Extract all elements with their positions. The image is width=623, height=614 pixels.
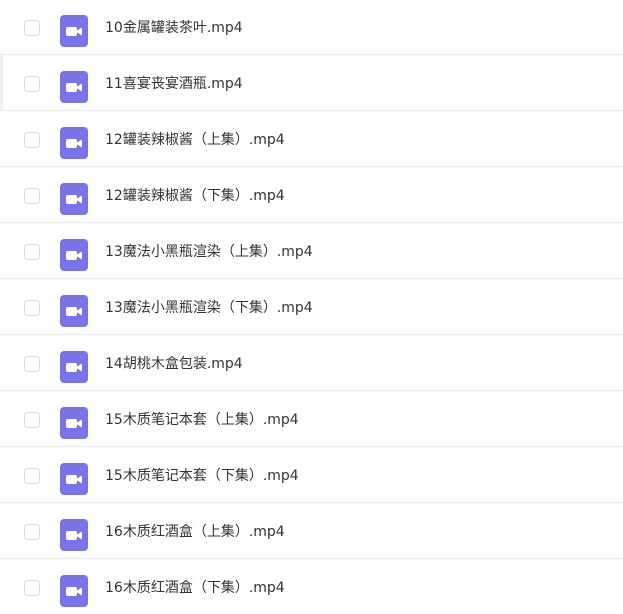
file-row[interactable]: 15木质笔记本套（上集）.mp4 xyxy=(0,391,623,447)
select-checkbox[interactable] xyxy=(24,132,40,148)
file-row[interactable]: 15木质笔记本套（下集）.mp4 xyxy=(0,447,623,503)
file-name[interactable]: 13魔法小黑瓶渲染（上集）.mp4 xyxy=(105,243,313,261)
select-checkbox[interactable] xyxy=(24,468,40,484)
video-file-icon xyxy=(60,239,88,271)
select-checkbox[interactable] xyxy=(24,76,40,92)
video-file-icon xyxy=(60,71,88,103)
file-name[interactable]: 11喜宴丧宴酒瓶.mp4 xyxy=(105,75,243,93)
file-name[interactable]: 16木质红酒盒（下集）.mp4 xyxy=(105,579,285,597)
file-name[interactable]: 12罐装辣椒酱（上集）.mp4 xyxy=(105,131,285,149)
file-row[interactable]: 16木质红酒盒（下集）.mp4 xyxy=(0,559,623,614)
file-row[interactable]: 11喜宴丧宴酒瓶.mp4 xyxy=(0,55,623,111)
video-file-icon xyxy=(60,351,88,383)
file-list: 10金属罐装茶叶.mp4 11喜宴丧宴酒瓶.mp4 12罐装辣椒酱（上集）.mp… xyxy=(0,0,623,614)
video-file-icon xyxy=(60,575,88,607)
file-row[interactable]: 13魔法小黑瓶渲染（上集）.mp4 xyxy=(0,223,623,279)
select-checkbox[interactable] xyxy=(24,20,40,36)
select-checkbox[interactable] xyxy=(24,188,40,204)
file-row[interactable]: 12罐装辣椒酱（下集）.mp4 xyxy=(0,167,623,223)
select-checkbox[interactable] xyxy=(24,412,40,428)
video-file-icon xyxy=(60,463,88,495)
file-row[interactable]: 14胡桃木盒包装.mp4 xyxy=(0,335,623,391)
select-checkbox[interactable] xyxy=(24,356,40,372)
select-checkbox[interactable] xyxy=(24,524,40,540)
file-name[interactable]: 12罐装辣椒酱（下集）.mp4 xyxy=(105,187,285,205)
select-checkbox[interactable] xyxy=(24,244,40,260)
file-row[interactable]: 13魔法小黑瓶渲染（下集）.mp4 xyxy=(0,279,623,335)
file-name[interactable]: 15木质笔记本套（下集）.mp4 xyxy=(105,467,299,485)
select-checkbox[interactable] xyxy=(24,300,40,316)
video-file-icon xyxy=(60,519,88,551)
file-name[interactable]: 14胡桃木盒包装.mp4 xyxy=(105,355,243,373)
video-file-icon xyxy=(60,127,88,159)
file-name[interactable]: 13魔法小黑瓶渲染（下集）.mp4 xyxy=(105,299,313,317)
video-file-icon xyxy=(60,295,88,327)
video-file-icon xyxy=(60,183,88,215)
file-name[interactable]: 10金属罐装茶叶.mp4 xyxy=(105,19,243,37)
select-checkbox[interactable] xyxy=(24,580,40,596)
file-row[interactable]: 10金属罐装茶叶.mp4 xyxy=(0,0,623,55)
file-list-page: 10金属罐装茶叶.mp4 11喜宴丧宴酒瓶.mp4 12罐装辣椒酱（上集）.mp… xyxy=(0,0,623,614)
video-file-icon xyxy=(60,407,88,439)
file-name[interactable]: 16木质红酒盒（上集）.mp4 xyxy=(105,523,285,541)
file-row[interactable]: 12罐装辣椒酱（上集）.mp4 xyxy=(0,111,623,167)
video-file-icon xyxy=(60,15,88,47)
file-row[interactable]: 16木质红酒盒（上集）.mp4 xyxy=(0,503,623,559)
file-name[interactable]: 15木质笔记本套（上集）.mp4 xyxy=(105,411,299,429)
